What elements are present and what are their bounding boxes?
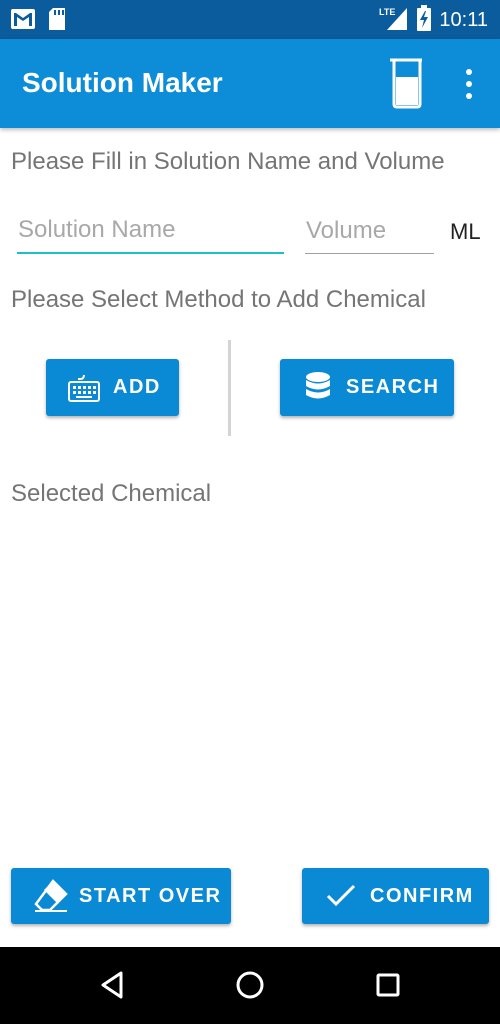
solution-name-input[interactable] xyxy=(17,208,284,252)
add-button-label: ADD xyxy=(113,376,161,398)
battery-charging-icon xyxy=(417,5,432,36)
app-bar: Solution Maker xyxy=(0,39,500,128)
volume-input[interactable] xyxy=(305,208,434,253)
status-bar: LTE 10:11 xyxy=(0,0,500,39)
recents-icon[interactable] xyxy=(368,967,408,1003)
sd-card-icon xyxy=(48,7,66,36)
search-button-label: SEARCH xyxy=(346,376,440,398)
start-over-label: START OVER xyxy=(79,884,222,907)
network-type: LTE xyxy=(379,7,395,17)
solution-section-label: Please Fill in Solution Name and Volume xyxy=(11,148,445,175)
keyboard-icon xyxy=(68,373,100,403)
selected-chemical-label: Selected Chemical xyxy=(11,480,212,507)
volume-unit-label: ML xyxy=(450,219,481,244)
method-section-label: Please Select Method to Add Chemical xyxy=(11,286,426,313)
search-button[interactable]: SEARCH xyxy=(280,359,454,416)
solution-name-field[interactable] xyxy=(17,208,284,254)
signal-icon: LTE xyxy=(379,5,409,36)
confirm-label: CONFIRM xyxy=(370,884,474,907)
system-nav-bar xyxy=(0,947,500,1024)
volume-field[interactable] xyxy=(305,208,434,254)
database-icon xyxy=(304,371,332,405)
confirm-button[interactable]: CONFIRM xyxy=(302,868,489,924)
gmail-icon xyxy=(10,7,36,36)
method-divider xyxy=(228,340,231,436)
app-title: Solution Maker xyxy=(22,67,223,98)
selected-chemical-list xyxy=(0,520,500,850)
back-icon[interactable] xyxy=(92,967,132,1003)
checkmark-icon xyxy=(326,884,356,908)
beaker-icon[interactable] xyxy=(386,57,426,109)
eraser-icon xyxy=(33,879,69,913)
add-button[interactable]: ADD xyxy=(46,359,179,416)
home-icon[interactable] xyxy=(230,967,270,1003)
status-time: 10:11 xyxy=(439,9,488,31)
start-over-button[interactable]: START OVER xyxy=(11,868,231,924)
overflow-menu-icon[interactable] xyxy=(458,67,480,101)
